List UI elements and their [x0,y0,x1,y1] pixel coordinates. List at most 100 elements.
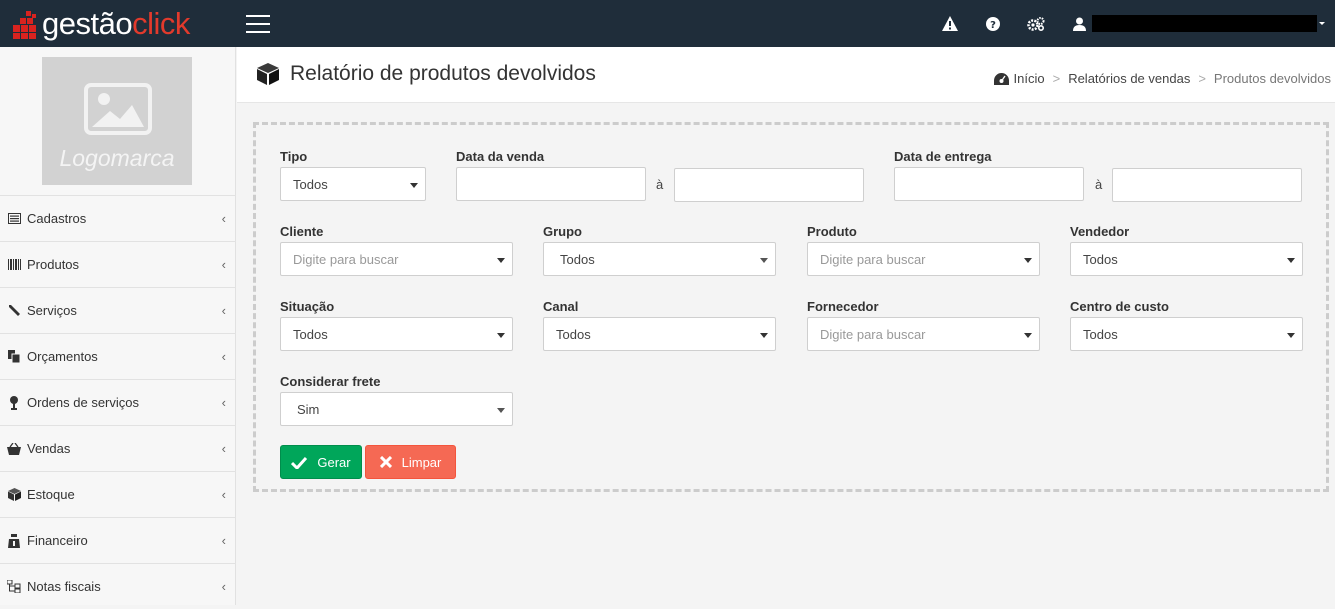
data-entrega-label: Data de entrega [894,149,992,164]
data-venda-range-separator: à [656,177,664,192]
caret-down-icon [1287,333,1295,338]
brand-name: gestãoclick [42,8,190,39]
limpar-button[interactable]: Limpar [365,445,456,479]
chevron-left-icon: ‹ [221,487,226,502]
sidebar-item-label: Vendas [27,441,71,456]
considerar-frete-select[interactable]: Sim [280,392,513,426]
breadcrumb-sales-reports-link[interactable]: Relatórios de vendas [1068,71,1190,86]
canal-select[interactable]: Todos [543,317,776,351]
canal-label: Canal [543,299,579,314]
sidebar-item-label: Cadastros [27,211,87,226]
brand-mark-icon [12,9,40,39]
sidebar-item-label: Financeiro [27,533,88,548]
sidebar-item-servicos[interactable]: Serviços ‹ [0,287,236,333]
brand-name-part2: click [132,6,190,41]
sidebar-item-orcamentos[interactable]: Orçamentos ‹ [0,333,236,379]
data-entrega-to-field [1112,168,1302,202]
situacao-label: Situação [280,299,335,314]
breadcrumb-current: Produtos devolvidos [1213,71,1331,86]
user-menu[interactable] [1057,0,1335,47]
centro-custo-select[interactable]: Todos [1070,317,1303,351]
svg-text:?: ? [990,20,996,31]
grupo-field: Grupo Todos [543,224,776,276]
centro-custo-field: Centro de custo Todos [1070,299,1303,351]
chevron-left-icon: ‹ [221,441,226,456]
check-icon [291,456,308,469]
tipo-label: Tipo [280,149,308,164]
caret-down-icon [760,258,768,263]
sidebar-item-financeiro[interactable]: Financeiro ‹ [0,517,236,563]
vendedor-value: Todos [1083,251,1118,267]
breadcrumb-separator: > [1198,71,1206,86]
sidebar-item-produtos[interactable]: Produtos ‹ [0,241,236,287]
data-venda-label: Data da venda [456,149,545,164]
data-venda-to-field [674,168,864,202]
breadcrumb-home-link[interactable]: Início [1014,71,1045,86]
grupo-label: Grupo [543,224,582,239]
sidebar-item-ordens-servicos[interactable]: Ordens de serviços ‹ [0,379,236,425]
sidebar-item-label: Estoque [27,487,75,502]
caret-down-icon [1024,333,1032,338]
situacao-select[interactable]: Todos [280,317,513,351]
produto-placeholder: Digite para buscar [820,251,926,267]
considerar-frete-label: Considerar frete [280,374,381,389]
fornecedor-select[interactable]: Digite para buscar [807,317,1040,351]
sidebar-item-estoque[interactable]: Estoque ‹ [0,471,236,517]
brand-name-part1: gestão [42,6,133,41]
caret-down-icon [1287,258,1295,263]
vendedor-field: Vendedor Todos [1070,224,1303,276]
situacao-value: Todos [293,326,328,342]
chevron-left-icon: ‹ [221,303,226,318]
produto-label: Produto [807,224,857,239]
menu-toggle-button[interactable] [246,14,270,33]
breadcrumb: Início > Relatórios de vendas > Produtos… [993,71,1331,86]
brand-logo[interactable]: gestãoclick [0,0,236,47]
data-entrega-range-separator: à [1095,177,1103,192]
data-venda-field: Data da venda [456,149,646,201]
canal-value: Todos [556,326,591,342]
tipo-value: Todos [293,176,328,192]
limpar-button-label: Limpar [401,454,442,470]
tipo-select[interactable]: Todos [280,167,426,201]
barcode-icon [7,258,21,272]
sidebar-item-notas-fiscais[interactable]: Notas fiscais ‹ [0,563,236,609]
warning-icon[interactable] [928,0,971,47]
situacao-field: Situação Todos [280,299,513,351]
user-name-redacted [1092,15,1317,32]
page-title: Relatório de produtos devolvidos [256,62,596,86]
fornecedor-placeholder: Digite para buscar [820,326,926,342]
data-venda-to-input[interactable] [674,168,864,202]
sidebar-item-cadastros[interactable]: Cadastros ‹ [0,195,236,241]
cliente-placeholder: Digite para buscar [293,251,399,267]
grupo-select[interactable]: Todos [543,242,776,276]
tipo-field: Tipo Todos [280,149,426,201]
cliente-label: Cliente [280,224,324,239]
gears-icon[interactable] [1014,0,1057,47]
logo-label: Logomarca [59,145,175,171]
filter-panel: Tipo Todos Data da venda à Data de entre… [253,122,1329,492]
cliente-select[interactable]: Digite para buscar [280,242,513,276]
top-navbar: gestãoclick ? [0,0,1335,47]
caret-down-icon [760,333,768,338]
vendedor-select[interactable]: Todos [1070,242,1303,276]
chevron-left-icon: ‹ [221,579,226,594]
image-placeholder-icon [84,83,152,135]
canal-field: Canal Todos [543,299,776,351]
sidebar-item-label: Ordens de serviços [27,395,139,410]
close-icon [379,456,392,468]
produto-select[interactable]: Digite para buscar [807,242,1040,276]
sidebar-item-label: Notas fiscais [27,579,101,594]
basket-icon [7,442,21,456]
caret-down-icon [1024,258,1032,263]
tools-icon [7,395,21,410]
data-entrega-to-input[interactable] [1112,168,1302,202]
gerar-button[interactable]: Gerar [280,445,362,479]
help-icon[interactable]: ? [971,0,1014,47]
sidebar-item-label: Produtos [27,257,80,272]
sidebar-item-vendas[interactable]: Vendas ‹ [0,425,236,471]
data-venda-from-input[interactable] [456,167,646,201]
caret-down-icon [1319,22,1325,25]
data-entrega-from-input[interactable] [894,167,1084,201]
centro-custo-value: Todos [1083,326,1118,342]
sidebar-menu: Cadastros ‹ Produtos ‹ Serviços ‹ Orçame… [0,195,236,609]
